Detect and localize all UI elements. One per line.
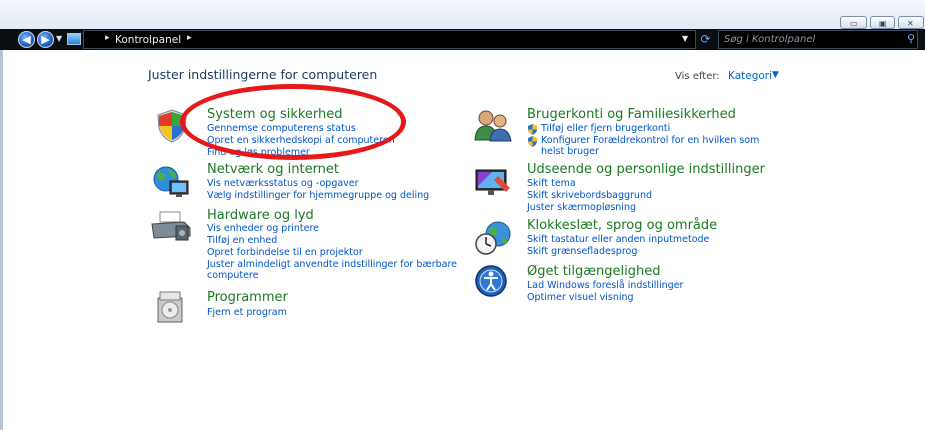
link-uninstall-program[interactable]: Fjern et program (207, 307, 287, 318)
link-network-status[interactable]: Vis netværksstatus og -opgaver (207, 178, 359, 189)
link-parental-controls-cont[interactable]: helst bruger (541, 146, 599, 157)
minimize-button[interactable]: ▭ (840, 16, 867, 29)
category-network-internet[interactable]: Netværk og internet (207, 162, 339, 177)
back-button[interactable]: ◀ (18, 31, 35, 48)
breadcrumb-arrow-icon[interactable]: ▸ (187, 33, 192, 43)
link-change-display-language[interactable]: Skift grænsefladesprog (527, 246, 637, 257)
network-globe-icon[interactable] (152, 165, 190, 201)
breadcrumb-separator-icon[interactable]: ▸ (105, 33, 110, 43)
annotation-circle (180, 84, 406, 160)
address-field[interactable]: ▸ Kontrolpanel ▸ ▼ (67, 30, 696, 49)
forward-button[interactable]: ▶ (37, 31, 54, 48)
view-by-dropdown-icon[interactable]: ▼ (772, 70, 779, 80)
refresh-icon[interactable]: ⟳ (697, 31, 714, 48)
clock-globe-icon[interactable] (474, 220, 514, 258)
link-desktop-background[interactable]: Skift skrivebordsbaggrund (527, 190, 652, 201)
link-add-device[interactable]: Tilføj en enhed (207, 235, 277, 246)
search-icon[interactable]: ⚲ (907, 32, 915, 45)
view-by-selector[interactable]: Kategori (728, 70, 772, 82)
link-mobility-settings-cont[interactable]: computere (207, 270, 258, 281)
uac-shield-icon (528, 124, 537, 135)
uac-shield-icon (528, 136, 537, 147)
link-devices-printers[interactable]: Vis enheder og printere (207, 223, 319, 234)
link-change-keyboard[interactable]: Skift tastatur eller anden inputmetode (527, 234, 709, 245)
title-bar: ▭ ▣ ✕ (0, 0, 925, 29)
category-clock-language[interactable]: Klokkeslæt, sprog og område (527, 218, 717, 233)
link-change-theme[interactable]: Skift tema (527, 178, 576, 189)
category-programs[interactable]: Programmer (207, 290, 288, 305)
programs-icon[interactable] (154, 288, 188, 324)
address-dropdown-icon[interactable]: ▼ (682, 34, 688, 43)
link-mobility-settings[interactable]: Juster almindeligt anvendte indstillinge… (207, 259, 457, 270)
control-panel-icon (67, 33, 81, 45)
link-connect-projector[interactable]: Opret forbindelse til en projektor (207, 247, 363, 258)
category-user-accounts[interactable]: Brugerkonti og Familiesikkerhed (527, 107, 736, 122)
breadcrumb-kontrolpanel[interactable]: Kontrolpanel (115, 34, 181, 46)
category-ease-of-access[interactable]: Øget tilgængelighed (527, 264, 661, 279)
accessibility-icon[interactable] (474, 264, 508, 298)
printer-icon[interactable] (150, 210, 192, 244)
close-button[interactable]: ✕ (898, 16, 924, 29)
search-input[interactable] (719, 31, 900, 48)
link-screen-resolution[interactable]: Juster skærmopløsning (527, 202, 636, 213)
recent-pages-dropdown[interactable]: ▼ (56, 34, 62, 43)
users-icon[interactable] (473, 108, 513, 142)
appearance-icon[interactable] (474, 166, 514, 200)
category-hardware-sound[interactable]: Hardware og lyd (207, 208, 314, 223)
link-let-windows-suggest[interactable]: Lad Windows foreslå indstillinger (527, 280, 683, 291)
link-add-remove-accounts[interactable]: Tilføj eller fjern brugerkonti (541, 123, 670, 134)
category-appearance[interactable]: Udseende og personlige indstillinger (527, 162, 765, 177)
link-homegroup-sharing[interactable]: Vælg indstillinger for hjemmegruppe og d… (207, 190, 429, 201)
view-by-label: Vis efter: (675, 71, 720, 82)
control-panel-window: ▭ ▣ ✕ ◀ ▶ ▼ ▸ Kontrolpanel ▸ ▼ ⟳ ⚲ Juste… (0, 0, 925, 430)
link-optimize-visual-display[interactable]: Optimer visuel visning (527, 292, 634, 303)
search-box[interactable]: ⚲ (718, 30, 918, 49)
window-left-border (0, 50, 3, 430)
page-heading: Juster indstillingerne for computeren (148, 67, 378, 82)
link-parental-controls[interactable]: Konfigurer Forældrekontrol for en hvilke… (541, 135, 759, 146)
address-bar: ◀ ▶ ▼ ▸ Kontrolpanel ▸ ▼ ⟳ ⚲ (0, 29, 925, 50)
maximize-button[interactable]: ▣ (870, 16, 895, 29)
